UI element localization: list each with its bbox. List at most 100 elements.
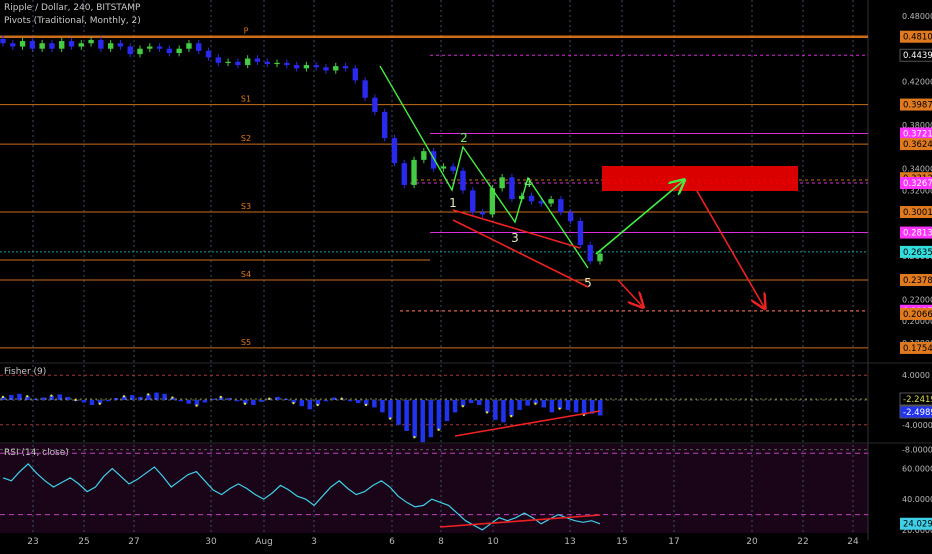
fisher-bar (565, 400, 571, 410)
rsi-y-tick: 40.0000 (902, 495, 932, 504)
x-tick-label: 23 (27, 537, 38, 547)
projection-arrow-down (696, 190, 764, 307)
candle-body (78, 43, 84, 47)
fisher-bar (525, 400, 530, 406)
candle-body (313, 65, 319, 68)
x-tick-label: 15 (616, 537, 627, 547)
fisher-signal-dot (364, 403, 368, 407)
fisher-signal-dot (147, 393, 150, 396)
candle-body (59, 41, 65, 49)
candle-body (19, 41, 26, 47)
candle-body (577, 220, 584, 245)
candle-body (548, 199, 554, 204)
wave-label-1: 1 (449, 196, 457, 210)
x-tick-label: 30 (205, 537, 217, 547)
x-tick-label: 8 (438, 537, 444, 547)
fisher-signal-dot (1, 395, 5, 399)
fisher-y-tick: -8.0000 (902, 446, 932, 455)
fisher-bar (65, 396, 71, 400)
x-tick-label: 20 (746, 537, 758, 547)
fisher-y-tick: -4.0000 (902, 421, 932, 430)
candle-body (293, 65, 300, 69)
fisher-divergence-line (454, 410, 601, 437)
candle-body (49, 43, 55, 49)
price-label-text: 0.48100 (903, 33, 932, 43)
fisher-bar (323, 400, 329, 402)
x-tick-label: 17 (668, 537, 679, 547)
candle-body (186, 43, 192, 49)
resistance-zone (602, 166, 798, 191)
x-tick-label: 3 (311, 537, 317, 547)
fisher-bar (476, 400, 482, 405)
candle-body (450, 166, 456, 171)
fisher-y-tick: 4.0000 (902, 371, 930, 380)
pivot-label-s4: S4 (241, 270, 251, 279)
fisher-signal-dot (195, 404, 198, 407)
fisher-bar (509, 400, 514, 417)
fisher-bar (380, 400, 385, 413)
fisher-bar (105, 400, 111, 402)
x-tick-label: 25 (78, 537, 89, 547)
candle-body (196, 43, 202, 51)
fisher-signal-dot (243, 402, 247, 405)
pivot-label-s2: S2 (241, 134, 251, 143)
candle-body (470, 190, 476, 213)
x-tick-label: Aug (255, 537, 273, 547)
fisher-bar (412, 400, 417, 438)
fisher-signal-dot (437, 428, 440, 431)
candle-body (98, 39, 104, 49)
candle-body (362, 80, 368, 98)
candle-body (147, 46, 153, 49)
fisher-signal-dot (50, 394, 53, 397)
pivot-label-p: P (244, 27, 249, 36)
fisher-signal-dot (98, 402, 102, 405)
fisher-bar (307, 400, 313, 410)
candle-body (479, 212, 486, 215)
chart-svg[interactable]: 23 25 27 30 Aug 3 6 8 10 13 15 17 20 22 240.480000.420… (0, 0, 932, 550)
fisher-bar (452, 400, 458, 413)
chart-stage: 23 25 27 30 Aug 3 6 8 10 13 15 17 20 22 24 0.48000 0.420… (0, 0, 932, 550)
fisher-bar (420, 400, 426, 443)
fisher-bar (372, 400, 377, 408)
rsi-panel-background (0, 444, 868, 533)
candle-body (460, 170, 466, 191)
fisher-bar (428, 400, 434, 438)
fisher-signal-dot (292, 401, 295, 405)
x-tick-label: 10 (487, 537, 499, 547)
price-label-text: 0.20665 (903, 310, 932, 320)
candle-body (411, 159, 417, 185)
fisher-signal-dot (219, 395, 223, 399)
chart-title: Ripple / Dollar, 240, BITSTAMP (4, 3, 141, 13)
candle-body (509, 177, 515, 200)
candle-body (166, 48, 173, 54)
candle-body (215, 57, 222, 63)
fisher-bar (549, 400, 555, 413)
pivot-label-s1: S1 (241, 95, 251, 104)
candle-body (205, 50, 212, 58)
price-label-text: 0.30016 (903, 208, 932, 218)
fisher-bar (89, 400, 95, 405)
candle-body (254, 58, 261, 62)
price-label-text: 0.44395 (903, 51, 932, 61)
fisher-bar (388, 400, 393, 419)
candle-body (68, 41, 75, 47)
fisher-bar (178, 400, 183, 402)
x-tick-label: 6 (389, 537, 395, 547)
fisher-bar (299, 400, 304, 407)
fisher-bar (251, 400, 256, 405)
y-tick-label: 0.42000 (902, 77, 932, 86)
projection-arrow-down-short (617, 279, 642, 306)
candle-body (284, 62, 290, 66)
fisher-bar (517, 400, 522, 410)
candle-body (39, 43, 45, 49)
candle-body (391, 138, 398, 164)
fisher-signal-dot (122, 395, 126, 398)
fisher-bar (396, 400, 401, 425)
candle-body (88, 39, 94, 44)
wave-label-2: 2 (460, 131, 468, 145)
fisher-value-label: -2.2419 (903, 395, 932, 405)
candle-body (176, 48, 182, 54)
candle-body (235, 61, 241, 66)
fisher-bar (275, 396, 280, 400)
candle-body (29, 41, 36, 49)
